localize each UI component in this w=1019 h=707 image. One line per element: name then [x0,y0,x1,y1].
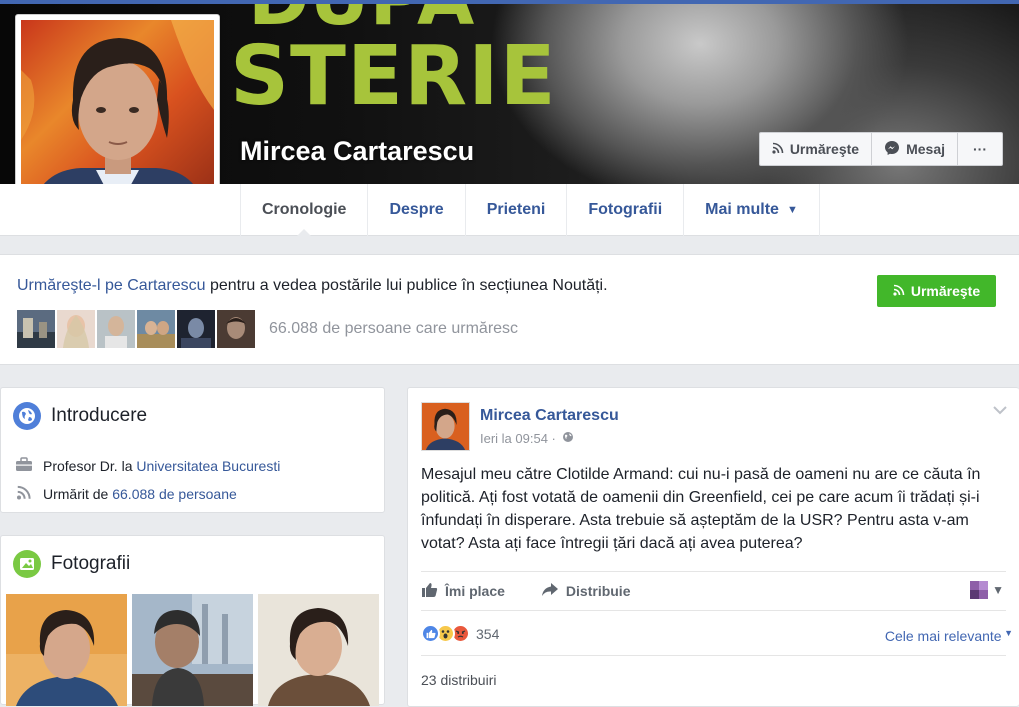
tab-label: Prieteni [486,201,546,218]
post-text: Mesajul meu către Clotilde Armand: cui n… [421,466,981,552]
page-avatar-icon [970,581,989,599]
followers-count[interactable]: 66.088 de persoane care urmăresc [269,320,518,338]
rss-icon [893,283,905,299]
intro-job-line: Profesor Dr. la Universitatea Bucuresti [15,457,280,475]
tab-label: Despre [389,201,444,218]
tab-despre[interactable]: Despre [367,184,464,236]
tab-label: Fotografii [588,201,663,218]
intro-followed-prefix: Urmărit de [43,486,113,502]
more-dots-icon: ··· [973,141,987,157]
university-link[interactable]: Universitatea Bucuresti [136,458,280,474]
intro-job-prefix: Profesor Dr. la [43,458,137,474]
follow-link[interactable]: Urmăreşte-l pe Cartarescu [17,277,206,294]
follow-button-label: Urmăreşte [789,141,860,157]
caret-down-icon: ▼ [992,583,1004,597]
follower-avatar[interactable] [177,310,215,348]
share-label: Distribuie [565,583,631,599]
intro-followed-text: Urmărit de 66.088 de persoane [43,486,237,502]
followers-row: 66.088 de persoane care urmăresc [17,310,518,348]
share-count-text: 23 distribuiri [421,672,497,688]
photo-thumbnail[interactable] [6,594,127,706]
intro-card: Introducere Profesor Dr. la Universitate… [0,387,385,513]
follower-avatar[interactable] [137,310,175,348]
intro-title-text: Introducere [51,405,148,426]
reaction-count: 354 [476,625,500,642]
more-options-button[interactable]: ··· [958,133,1002,165]
globe-icon [13,402,41,430]
follower-avatar[interactable] [17,310,55,348]
post-action-bar: Îmi place Distribuie ▼ [421,571,1006,611]
photos-card: Fotografii [0,535,385,706]
follower-avatar[interactable] [97,310,135,348]
post-timestamp: Ieri la 09:54 · [480,431,574,446]
follower-avatar[interactable] [57,310,95,348]
tab-mai-multe[interactable]: Mai multe ▼ [683,184,820,236]
tab-label: Cronologie [262,201,347,218]
photo-thumbnail[interactable] [258,594,379,706]
message-button[interactable]: Mesaj [872,133,958,165]
like-button[interactable]: Îmi place [421,582,505,601]
chevron-down-icon[interactable] [993,402,1007,418]
intro-followed-line: Urmărit de 66.088 de persoane [15,485,237,503]
profile-name[interactable]: Mircea Cartarescu [240,136,474,167]
share-count[interactable]: 23 distribuiri [421,655,1006,688]
post-card: Mircea Cartarescu Ieri la 09:54 · Mesaju… [407,387,1019,707]
intro-job-text: Profesor Dr. la Universitatea Bucuresti [43,458,280,474]
followers-link[interactable]: 66.088 de persoane [112,486,237,502]
comment-sort-label: Cele mai relevante [884,628,1002,644]
briefcase-icon [15,457,33,475]
cover-action-group: Urmăreşte Mesaj ··· [758,132,1003,166]
intro-title: Introducere [13,402,147,430]
like-reaction-icon [421,624,440,643]
post-as-selector[interactable]: ▼ [970,581,1004,599]
photo-icon [13,550,41,578]
follower-avatar[interactable] [217,310,255,348]
photo-thumbnail[interactable] [132,594,253,706]
comment-sort-dropdown[interactable]: Cele mai relevante ▼ [885,628,1013,644]
messenger-icon [884,140,900,159]
follow-button[interactable]: Urmăreşte [760,133,873,165]
follow-prompt-text: pentru a vedea postările lui publice în … [205,277,608,294]
follow-banner: Urmăreşte-l pe Cartarescu pentru a vedea… [0,254,1019,365]
share-button[interactable]: Distribuie [541,582,631,600]
rss-icon [15,485,33,503]
post-time-text[interactable]: Ieri la 09:54 · [480,431,556,446]
follow-green-button[interactable]: Urmăreşte [877,275,996,307]
post-author-avatar[interactable] [421,402,470,451]
cover-title: STERIE [230,29,557,124]
follow-green-label: Urmăreşte [910,283,981,299]
photos-title: Fotografii [13,550,130,578]
tab-cronologie[interactable]: Cronologie [240,184,367,237]
follow-prompt: Urmăreşte-l pe Cartarescu pentru a vedea… [17,277,608,295]
share-arrow-icon [541,582,559,600]
tab-label: Mai multe [705,201,779,218]
tab-prieteni[interactable]: Prieteni [464,184,567,236]
photos-title-text: Fotografii [51,553,131,574]
profile-portrait-image [21,20,214,210]
rss-icon [772,141,784,157]
post-author-name[interactable]: Mircea Cartarescu [480,407,619,425]
message-button-label: Mesaj [906,141,945,157]
globe-icon [562,431,574,446]
photo-grid [6,594,379,706]
profile-nav: Cronologie Despre Prieteni Fotografii Ma… [0,184,1019,237]
caret-down-icon: ▼ [786,204,798,216]
reaction-summary[interactable]: 354 [421,624,499,643]
tab-fotografii[interactable]: Fotografii [566,184,683,236]
thumbs-up-icon [421,582,438,601]
like-label: Îmi place [445,583,505,599]
caret-down-icon: ▼ [1001,628,1013,638]
